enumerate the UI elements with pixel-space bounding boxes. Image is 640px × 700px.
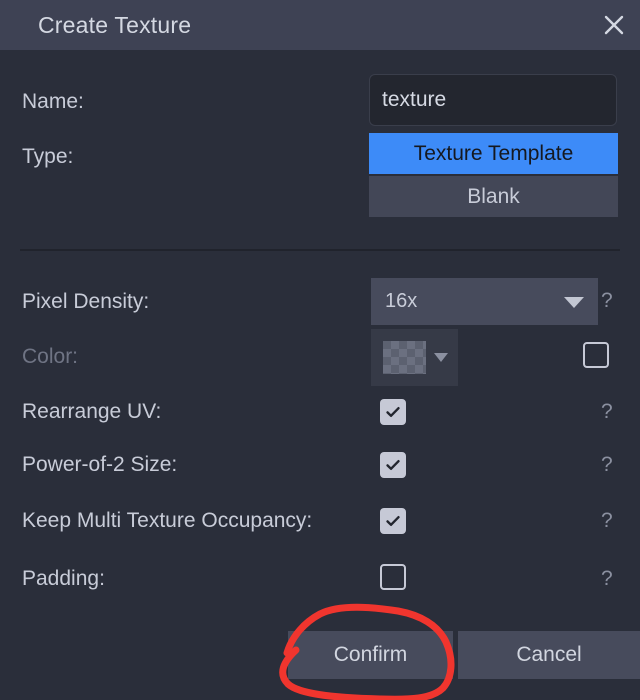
color-enable-checkbox[interactable] [583, 342, 609, 368]
power-of-2-size-label: Power-of-2 Size: [22, 453, 178, 476]
rearrange-uv-checkbox[interactable] [380, 399, 406, 425]
padding-label: Padding: [22, 567, 105, 590]
keep-multi-texture-occupancy-checkbox[interactable] [380, 508, 406, 534]
rearrange-uv-help-icon[interactable]: ? [601, 400, 613, 424]
rearrange-uv-label: Rearrange UV: [22, 400, 162, 423]
dialog-body: Name: Type: Texture Template Blank Pixel… [0, 50, 640, 700]
name-input[interactable] [369, 74, 617, 126]
color-picker[interactable] [371, 329, 458, 386]
close-icon[interactable] [596, 7, 632, 43]
pixel-density-help-icon[interactable]: ? [601, 289, 613, 313]
power-of-2-size-checkbox[interactable] [380, 452, 406, 478]
type-label: Type: [22, 145, 74, 168]
padding-help-icon[interactable]: ? [601, 567, 613, 591]
pixel-density-dropdown[interactable]: 16x [371, 278, 598, 325]
power-of-2-size-help-icon[interactable]: ? [601, 453, 613, 477]
name-label: Name: [22, 90, 84, 113]
type-option-blank[interactable]: Blank [369, 176, 618, 217]
padding-checkbox[interactable] [380, 564, 406, 590]
chevron-down-icon [564, 297, 584, 308]
color-label: Color: [22, 345, 79, 368]
section-divider [20, 249, 620, 251]
color-swatch-icon [383, 341, 426, 374]
dialog-title: Create Texture [38, 11, 192, 38]
pixel-density-value: 16x [385, 290, 418, 312]
type-option-texture-template[interactable]: Texture Template [369, 133, 618, 174]
confirm-button[interactable]: Confirm [288, 631, 453, 679]
keep-multi-texture-occupancy-label: Keep Multi Texture Occupancy: [22, 509, 313, 532]
keep-multi-texture-occupancy-help-icon[interactable]: ? [601, 509, 613, 533]
chevron-down-icon [434, 353, 448, 362]
cancel-button[interactable]: Cancel [458, 631, 640, 679]
dialog-titlebar: Create Texture [0, 0, 640, 50]
pixel-density-label: Pixel Density: [22, 290, 150, 313]
